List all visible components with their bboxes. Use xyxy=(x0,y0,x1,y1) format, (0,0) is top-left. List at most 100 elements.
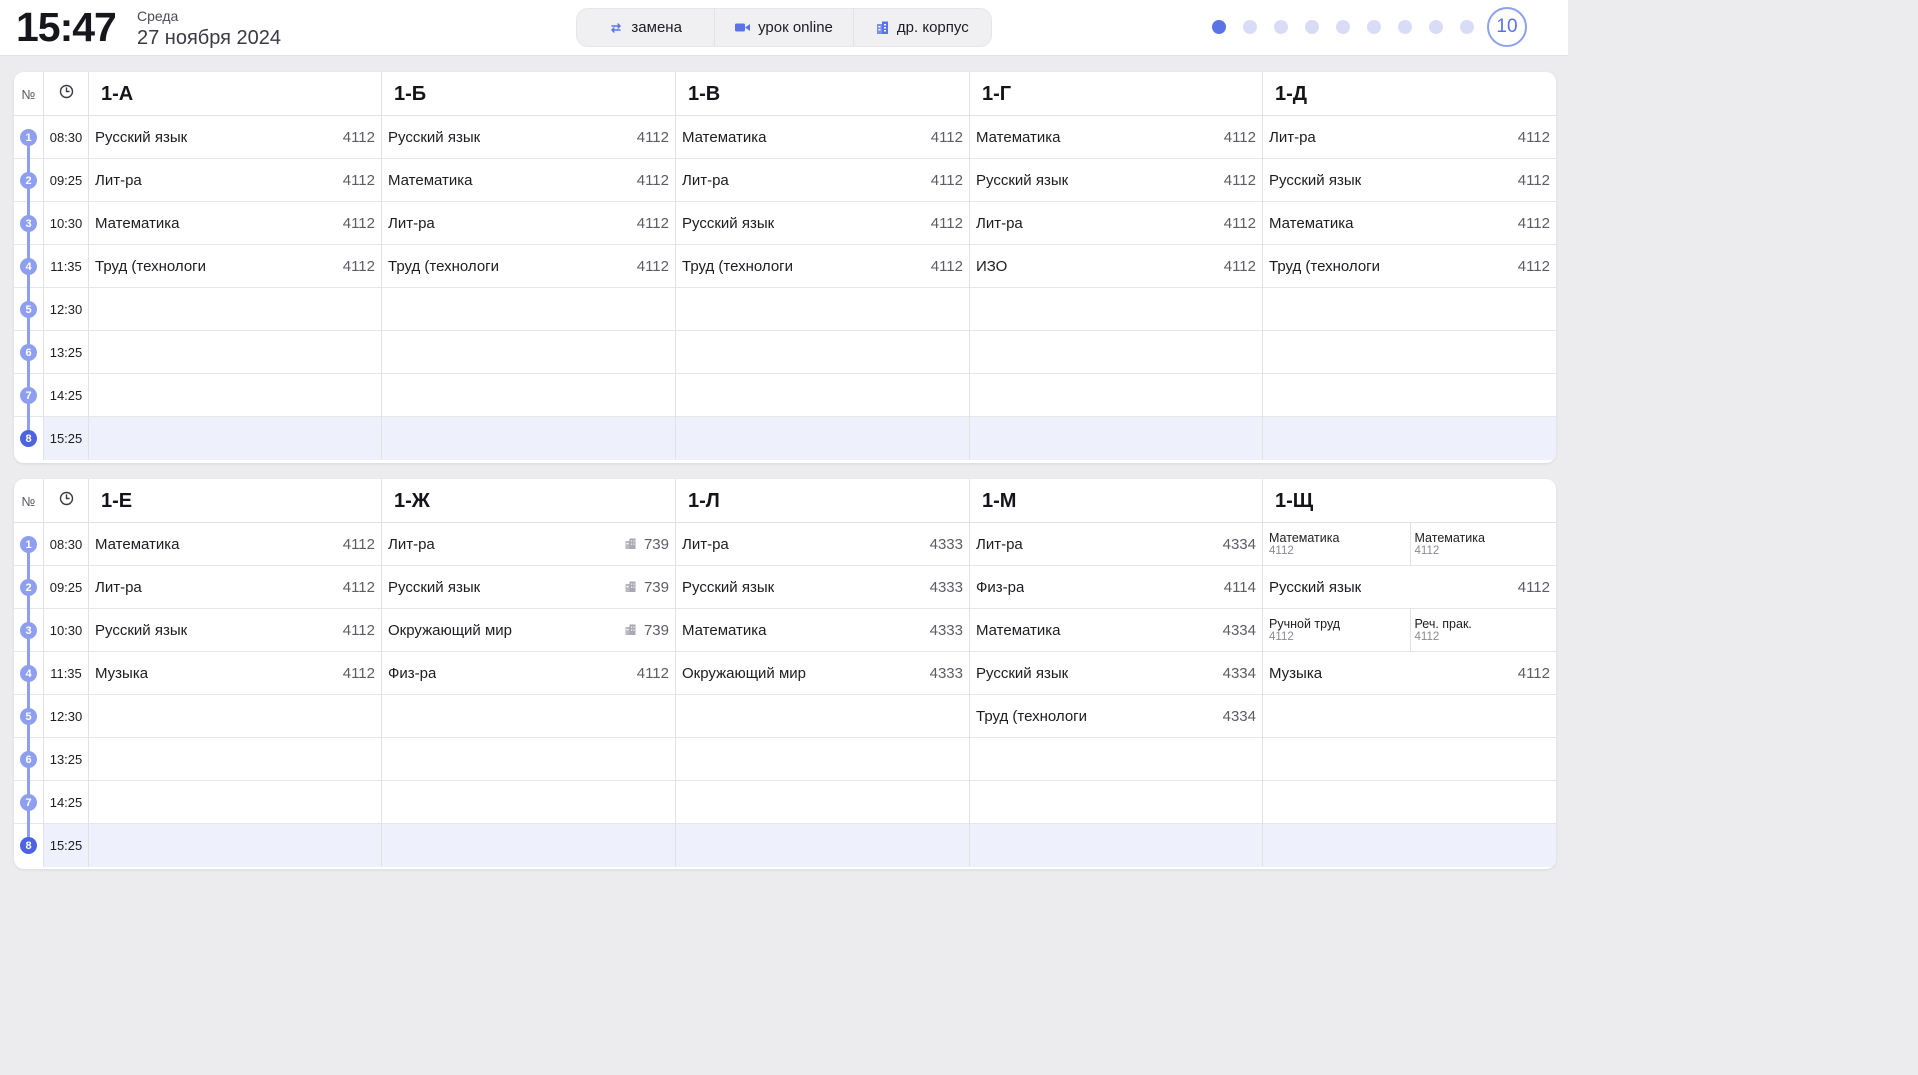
lesson-cell[interactable] xyxy=(969,781,1262,824)
lesson-cell[interactable]: Русский язык 739 xyxy=(381,566,675,609)
lesson-cell[interactable]: Окружающий мир 4333 xyxy=(675,652,969,695)
class-header[interactable]: 1-А xyxy=(88,72,381,116)
lesson-cell[interactable] xyxy=(88,824,381,867)
lesson-cell[interactable]: Лит-ра 4112 xyxy=(675,159,969,202)
lesson-cell[interactable] xyxy=(969,824,1262,867)
lesson-cell[interactable] xyxy=(969,288,1262,331)
lesson-cell[interactable] xyxy=(1262,374,1556,417)
lesson-cell[interactable] xyxy=(88,288,381,331)
lesson-cell[interactable]: Труд (технологи 4112 xyxy=(675,245,969,288)
lesson-cell[interactable] xyxy=(1262,288,1556,331)
lesson-cell[interactable] xyxy=(1262,695,1556,738)
page-dot[interactable] xyxy=(1212,20,1226,34)
lesson-cell[interactable] xyxy=(675,417,969,460)
lesson-cell[interactable] xyxy=(969,374,1262,417)
lesson-cell[interactable]: Лит-ра 4112 xyxy=(969,202,1262,245)
lesson-cell[interactable]: Лит-ра 4112 xyxy=(381,202,675,245)
page-dot[interactable] xyxy=(1367,20,1381,34)
lesson-cell[interactable]: Русский язык 4112 xyxy=(1262,566,1556,609)
lesson-cell[interactable]: Математика 4334 xyxy=(969,609,1262,652)
lesson-cell[interactable] xyxy=(381,738,675,781)
lesson-cell[interactable] xyxy=(675,738,969,781)
lesson-cell[interactable] xyxy=(381,695,675,738)
lesson-cell[interactable]: Лит-ра 4112 xyxy=(1262,116,1556,159)
lesson-cell[interactable]: Музыка 4112 xyxy=(88,652,381,695)
lesson-cell[interactable]: Русский язык 4112 xyxy=(1262,159,1556,202)
page-dot[interactable] xyxy=(1429,20,1443,34)
lesson-cell[interactable] xyxy=(381,374,675,417)
split-lesson[interactable]: Ручной труд 4112 xyxy=(1263,609,1410,652)
class-header[interactable]: 1-Ж xyxy=(381,479,675,523)
lesson-cell[interactable]: Музыка 4112 xyxy=(1262,652,1556,695)
lesson-cell[interactable] xyxy=(675,331,969,374)
lesson-cell[interactable]: Лит-ра 4112 xyxy=(88,159,381,202)
lesson-cell[interactable] xyxy=(88,695,381,738)
lesson-cell[interactable]: Лит-ра 4333 xyxy=(675,523,969,566)
page-dot[interactable] xyxy=(1243,20,1257,34)
lesson-cell[interactable]: Математика 4112 xyxy=(88,202,381,245)
lesson-cell[interactable] xyxy=(969,331,1262,374)
lesson-cell[interactable]: Русский язык 4333 xyxy=(675,566,969,609)
page-dot[interactable] xyxy=(1305,20,1319,34)
lesson-cell[interactable]: Математика 4333 xyxy=(675,609,969,652)
lesson-cell[interactable] xyxy=(381,824,675,867)
lesson-cell[interactable] xyxy=(675,695,969,738)
lesson-cell[interactable] xyxy=(1262,331,1556,374)
lesson-cell[interactable]: Русский язык 4112 xyxy=(381,116,675,159)
lesson-cell[interactable]: Ручной труд 4112 Реч. прак. 4112 xyxy=(1262,609,1556,652)
class-header[interactable]: 1-Л xyxy=(675,479,969,523)
page-dot[interactable] xyxy=(1336,20,1350,34)
lesson-cell[interactable]: Труд (технологи 4112 xyxy=(88,245,381,288)
class-header[interactable]: 1-Г xyxy=(969,72,1262,116)
lesson-cell[interactable]: Русский язык 4112 xyxy=(88,116,381,159)
lesson-cell[interactable]: Математика 4112 xyxy=(1262,202,1556,245)
lesson-cell[interactable]: Русский язык 4112 xyxy=(88,609,381,652)
lesson-cell[interactable] xyxy=(675,781,969,824)
lesson-cell[interactable] xyxy=(88,738,381,781)
split-lesson[interactable]: Математика 4112 xyxy=(1263,523,1410,566)
lesson-cell[interactable]: Математика 4112 xyxy=(969,116,1262,159)
lesson-cell[interactable]: ИЗО 4112 xyxy=(969,245,1262,288)
lesson-cell[interactable] xyxy=(675,374,969,417)
lesson-cell[interactable] xyxy=(969,417,1262,460)
page-dot[interactable] xyxy=(1274,20,1288,34)
lesson-cell[interactable] xyxy=(88,374,381,417)
lesson-cell[interactable] xyxy=(969,738,1262,781)
lesson-cell[interactable] xyxy=(381,331,675,374)
lesson-cell[interactable] xyxy=(381,781,675,824)
lesson-cell[interactable]: Физ-ра 4112 xyxy=(381,652,675,695)
lesson-cell[interactable]: Русский язык 4334 xyxy=(969,652,1262,695)
lesson-cell[interactable] xyxy=(88,781,381,824)
class-header[interactable]: 1-М xyxy=(969,479,1262,523)
lesson-cell[interactable] xyxy=(675,824,969,867)
lesson-cell[interactable] xyxy=(1262,417,1556,460)
lesson-cell[interactable]: Русский язык 4112 xyxy=(675,202,969,245)
lesson-cell[interactable] xyxy=(381,288,675,331)
lesson-cell[interactable]: Окружающий мир 739 xyxy=(381,609,675,652)
split-lesson[interactable]: Математика 4112 xyxy=(1409,523,1557,566)
class-header[interactable]: 1-Д xyxy=(1262,72,1556,116)
lesson-cell[interactable]: Математика 4112 xyxy=(675,116,969,159)
lesson-cell[interactable]: Лит-ра 4334 xyxy=(969,523,1262,566)
lesson-cell[interactable]: Труд (технологи 4112 xyxy=(381,245,675,288)
page-dot[interactable] xyxy=(1460,20,1474,34)
lesson-cell[interactable] xyxy=(1262,738,1556,781)
split-lesson[interactable]: Реч. прак. 4112 xyxy=(1409,609,1557,652)
class-header[interactable]: 1-Щ xyxy=(1262,479,1556,523)
page-count-badge[interactable]: 10 xyxy=(1487,7,1527,47)
lesson-cell[interactable]: Физ-ра 4114 xyxy=(969,566,1262,609)
lesson-cell[interactable] xyxy=(88,417,381,460)
class-header[interactable]: 1-Б xyxy=(381,72,675,116)
lesson-cell[interactable]: Труд (технологи 4112 xyxy=(1262,245,1556,288)
class-header[interactable]: 1-Е xyxy=(88,479,381,523)
lesson-cell[interactable] xyxy=(1262,781,1556,824)
lesson-cell[interactable]: Труд (технологи 4334 xyxy=(969,695,1262,738)
lesson-cell[interactable]: Лит-ра 4112 xyxy=(88,566,381,609)
lesson-cell[interactable]: Математика 4112 xyxy=(381,159,675,202)
lesson-cell[interactable] xyxy=(675,288,969,331)
lesson-cell[interactable]: Лит-ра 739 xyxy=(381,523,675,566)
lesson-cell[interactable] xyxy=(381,417,675,460)
page-dot[interactable] xyxy=(1398,20,1412,34)
lesson-cell[interactable] xyxy=(1262,824,1556,867)
lesson-cell[interactable]: Математика 4112 Математика 4112 xyxy=(1262,523,1556,566)
